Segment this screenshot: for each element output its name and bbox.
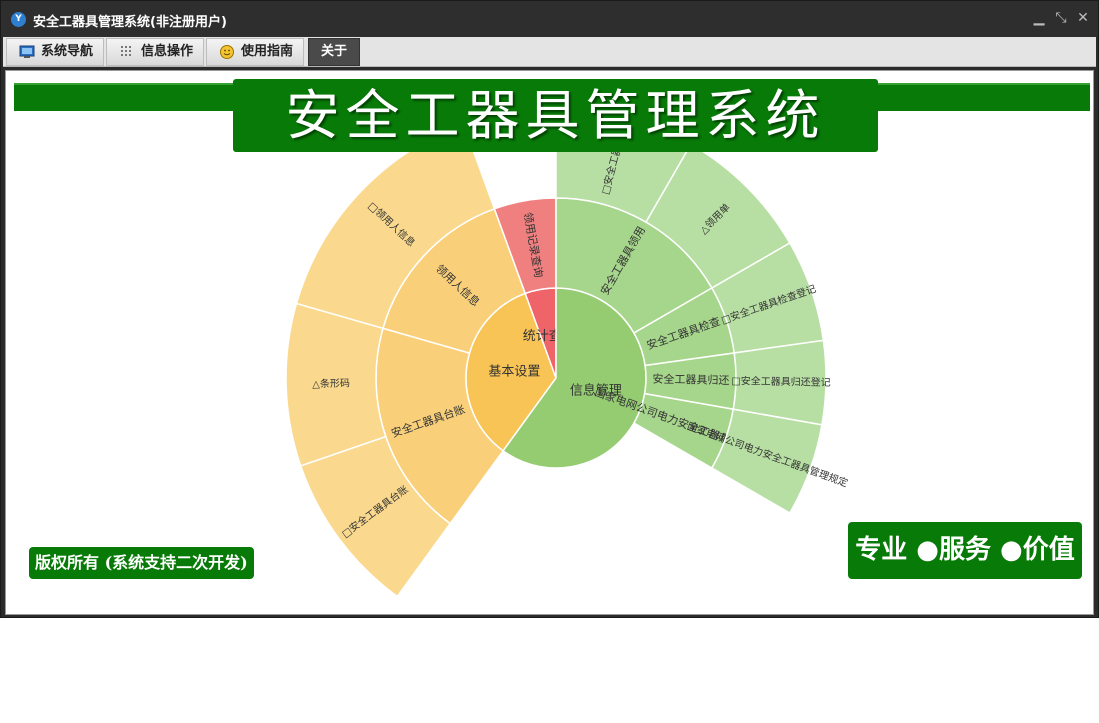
grid-icon: [121, 46, 131, 56]
sunburst-branch-2-2-label: 安全工器具归还: [652, 372, 729, 387]
tab-label: 系统导航: [41, 44, 94, 59]
system-title-banner: 安全工器具管理系统: [233, 79, 878, 152]
app-window: Y 安全工器具管理系统(非注册用户) ▁ ⤡ ✕ 系统导航 信息操作 使用指南 …: [0, 0, 1099, 618]
app-logo-icon: Y: [11, 12, 26, 27]
tab-user-guide[interactable]: 使用指南: [206, 38, 304, 66]
sunburst-root-0-label: 基本设置: [488, 365, 540, 380]
sunburst-leaf-0-1-0-label: △条形码: [312, 376, 350, 390]
window-title: 安全工器具管理系统(非注册用户): [33, 15, 227, 30]
minimize-button[interactable]: ▁: [1031, 10, 1047, 26]
slogan-badge: 专业 ●服务 ●价值: [848, 522, 1082, 579]
tab-label: 关于: [321, 44, 348, 59]
tab-label: 信息操作: [141, 44, 194, 59]
monitor-icon: [19, 45, 35, 58]
tab-system-navigation[interactable]: 系统导航: [6, 38, 104, 66]
smiley-icon: [220, 45, 234, 59]
copyright-badge: 版权所有 (系统支持二次开发): [29, 547, 254, 579]
main-content: 基本设置 领用人信息 □领用人信息 安全工器具台账 △条形码 □安全工器具台账 统计查询 领用…: [5, 70, 1094, 615]
tab-info-operation[interactable]: 信息操作: [106, 38, 204, 66]
tab-label: 使用指南: [241, 44, 294, 59]
restore-button[interactable]: ⤡: [1053, 10, 1069, 26]
title-bar[interactable]: Y 安全工器具管理系统(非注册用户) ▁ ⤡ ✕: [1, 1, 1098, 37]
menu-bar: 系统导航 信息操作 使用指南 关于: [3, 37, 1096, 67]
close-button[interactable]: ✕: [1075, 10, 1091, 26]
tab-about[interactable]: 关于: [308, 38, 360, 66]
